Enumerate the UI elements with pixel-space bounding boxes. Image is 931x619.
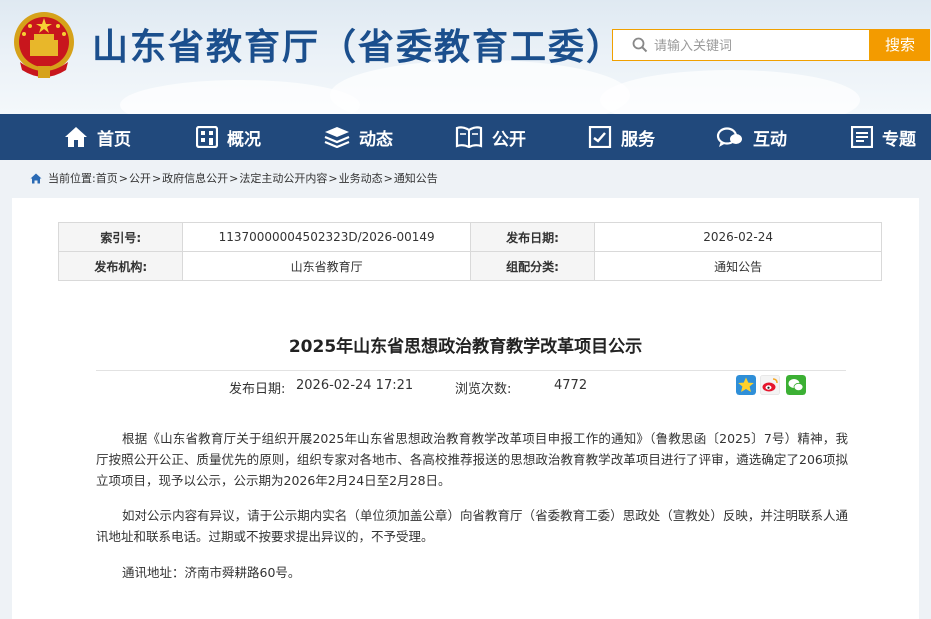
publish-value: 2026-02-24 17:21	[296, 378, 414, 393]
breadcrumb-separator: >	[151, 171, 162, 185]
breadcrumb-separator: >	[328, 171, 338, 185]
category-label: 组配分类:	[469, 251, 596, 281]
breadcrumb-item-business[interactable]: 业务动态	[339, 170, 383, 186]
site-title[interactable]: 山东省教育厅（省委教育工委）	[92, 18, 624, 70]
search-input[interactable]	[652, 31, 866, 61]
org-value: 山东省教育厅	[182, 251, 471, 281]
org-label: 发布机构:	[57, 251, 184, 281]
chat-icon	[716, 127, 742, 147]
national-emblem-icon	[14, 12, 74, 78]
article-paragraph: 如对公示内容有异议，请于公示期内实名（单位须加盖公章）向省教育厅（省委教育工委）…	[96, 508, 848, 544]
book-icon	[455, 126, 483, 148]
search-button[interactable]: 搜索	[870, 29, 930, 61]
topic-icon	[851, 126, 873, 148]
layers-icon	[324, 127, 350, 148]
nav-item-overview[interactable]: 概况	[196, 114, 261, 160]
breadcrumb-separator: >	[383, 171, 393, 185]
nav-item-public[interactable]: 公开	[455, 114, 526, 160]
views-value: 4772	[554, 378, 588, 393]
date-value: 2026-02-24	[594, 222, 882, 252]
home-icon	[65, 127, 87, 147]
breadcrumb-separator: >	[118, 171, 128, 185]
article-paragraph: 通讯地址：济南市舜耕路60号。	[122, 565, 301, 580]
home-small-icon	[30, 173, 42, 183]
breadcrumb-item-public[interactable]: 公开	[129, 170, 151, 186]
service-icon	[588, 126, 612, 148]
nav-item-label: 概况	[227, 129, 261, 150]
divider	[96, 370, 846, 371]
breadcrumb-item-gov-info[interactable]: 政府信息公开	[162, 170, 228, 186]
nav-item-label: 专题	[882, 129, 916, 150]
article-paragraph: 根据《山东省教育厅关于组织开展2025年山东省思想政治教育教学改革项目申报工作的…	[96, 431, 848, 488]
breadcrumb-separator: >	[229, 171, 239, 185]
building-icon	[196, 126, 218, 148]
views-label: 浏览次数:	[455, 382, 512, 397]
publish-label: 发布日期:	[229, 382, 286, 397]
nav-item-home[interactable]: 首页	[64, 114, 131, 160]
breadcrumb: 当前位置: 首页 > 公开 > 政府信息公开 > 法定主动公开内容 > 业务动态…	[30, 170, 438, 186]
breadcrumb-item-notice[interactable]: 通知公告	[394, 170, 438, 186]
nav-item-interact[interactable]: 互动	[716, 114, 787, 160]
qzone-icon[interactable]	[736, 375, 756, 395]
nav-item-label: 首页	[97, 129, 131, 150]
nav-item-news[interactable]: 动态	[324, 114, 393, 160]
main-nav: 首页 概况 动态 公开 服务 互动 专题	[0, 114, 931, 160]
nav-item-label: 公开	[492, 129, 526, 150]
nav-item-service[interactable]: 服务	[588, 114, 655, 160]
document-meta-table: 索引号: 11370000004502323D/2026-00149 发布日期:…	[57, 222, 882, 281]
date-label: 发布日期:	[469, 222, 596, 252]
breadcrumb-prefix: 当前位置:	[48, 172, 96, 185]
wechat-icon[interactable]	[786, 375, 806, 395]
nav-item-label: 服务	[621, 129, 655, 150]
weibo-icon[interactable]	[760, 375, 780, 395]
nav-item-label: 互动	[753, 129, 787, 150]
nav-item-topic[interactable]: 专题	[851, 114, 916, 160]
index-value: 11370000004502323D/2026-00149	[182, 222, 471, 252]
nav-item-label: 动态	[359, 129, 393, 150]
search-icon	[632, 37, 648, 53]
index-label: 索引号:	[57, 222, 184, 252]
article-title: 2025年山东省思想政治教育教学改革项目公示	[288, 337, 643, 357]
breadcrumb-item-home[interactable]: 首页	[96, 170, 118, 186]
breadcrumb-item-statutory[interactable]: 法定主动公开内容	[239, 170, 327, 186]
category-value: 通知公告	[594, 251, 882, 281]
